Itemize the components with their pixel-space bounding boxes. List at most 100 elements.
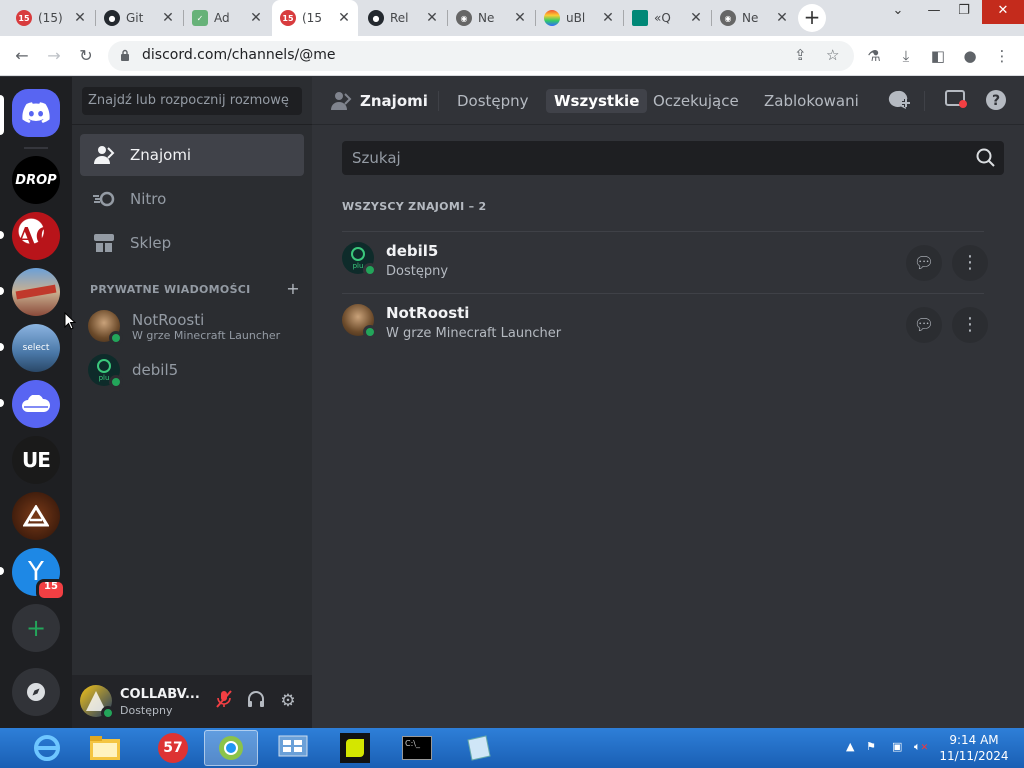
headphones-icon[interactable] xyxy=(244,689,268,713)
help-icon[interactable]: ? xyxy=(984,89,1008,113)
browser-tab[interactable]: 15 (15) ✕ xyxy=(8,4,94,32)
nav-nitro[interactable]: Nitro xyxy=(80,178,304,220)
kebab-menu-icon: ⋮ xyxy=(961,314,979,335)
browser-tab[interactable]: ● Git ✕ xyxy=(96,4,182,32)
lock-icon xyxy=(121,49,129,61)
avatar xyxy=(342,304,377,339)
avatar xyxy=(88,310,123,345)
reload-icon[interactable]: ↻ xyxy=(74,44,98,68)
dm-item[interactable]: plu debil5 xyxy=(80,348,304,392)
close-tab-icon[interactable]: ✕ xyxy=(72,10,88,26)
banner-icon xyxy=(15,284,57,300)
browser-tab-active[interactable]: 15 (15 ✕ xyxy=(272,0,358,36)
svg-text:plu: plu xyxy=(353,262,364,270)
close-tab-icon[interactable]: ✕ xyxy=(424,10,440,26)
tab-all[interactable]: Wszystkie xyxy=(546,89,648,113)
friend-row[interactable]: NotRoosti W grze Minecraft Launcher 💬︎ ⋮ xyxy=(342,293,988,355)
back-icon[interactable]: ← xyxy=(10,44,34,68)
menu-kebab-icon[interactable]: ⋮ xyxy=(990,44,1014,68)
settings-gear-icon[interactable]: ⚙ xyxy=(276,689,300,713)
tab-blocked[interactable]: Zablokowani xyxy=(756,89,867,113)
github-icon: ● xyxy=(368,10,384,26)
more-button[interactable]: ⋮ xyxy=(952,245,988,281)
extension-flask-icon[interactable]: ⚗ xyxy=(862,44,886,68)
side-panel-icon[interactable]: ◧ xyxy=(926,44,950,68)
speaker-muted-icon[interactable]: 🔈︎✕ xyxy=(914,740,928,754)
browser-tab[interactable]: uBl ✕ xyxy=(536,4,622,32)
chrome-taskbar-icon[interactable] xyxy=(204,730,258,766)
add-server-button[interactable]: + xyxy=(12,604,60,652)
create-dm-plus-icon[interactable]: + xyxy=(286,279,300,298)
discord-favicon-icon: 15 xyxy=(280,10,296,26)
tab-search-icon[interactable]: ⌄ xyxy=(880,0,916,24)
new-group-dm-icon[interactable] xyxy=(887,89,911,113)
app-icon xyxy=(632,10,648,26)
explore-button[interactable] xyxy=(12,668,60,716)
profile-icon[interactable]: ● xyxy=(958,44,982,68)
friend-row[interactable]: plu debil5 Dostępny 💬︎ ⋮ xyxy=(342,231,988,293)
server-ac[interactable]: AC xyxy=(12,212,60,260)
close-tab-icon[interactable]: ✕ xyxy=(774,10,790,26)
browser-tab[interactable]: ◉ Ne ✕ xyxy=(712,4,796,32)
nav-friends[interactable]: Znajomi xyxy=(80,134,304,176)
inbox-icon[interactable] xyxy=(944,89,968,113)
server-ue[interactable]: UE xyxy=(12,436,60,484)
message-button[interactable]: 💬︎ xyxy=(906,245,942,281)
browser-tab[interactable]: ● Rel ✕ xyxy=(360,4,446,32)
file-explorer-icon[interactable] xyxy=(78,730,132,766)
dm-item[interactable]: NotRoosti W grze Minecraft Launcher xyxy=(80,304,304,348)
close-tab-icon[interactable]: ✕ xyxy=(248,10,264,26)
home-button[interactable] xyxy=(12,89,60,137)
close-tab-icon[interactable]: ✕ xyxy=(688,10,704,26)
cloud-icon xyxy=(22,395,50,412)
message-button[interactable]: 💬︎ xyxy=(906,307,942,343)
more-button[interactable]: ⋮ xyxy=(952,307,988,343)
control-panel-icon[interactable] xyxy=(266,730,320,766)
chat-bubble-icon: 💬︎ xyxy=(913,253,935,272)
flag-icon[interactable]: ⚑ xyxy=(866,740,876,753)
omnibox[interactable]: discord.com/channels/@me ⇪ ☆ xyxy=(108,41,854,71)
share-icon[interactable]: ⇪ xyxy=(794,46,807,64)
browser-tab[interactable]: ✓ Ad ✕ xyxy=(184,4,270,32)
taskbar: 57 C:\_ ▲ ⚑ ▣ 🔈︎✕ 9:14 AM 11/11/2024 xyxy=(0,728,1024,768)
download-icon[interactable]: ⤓ xyxy=(894,44,918,68)
nav-shop[interactable]: Sklep xyxy=(80,222,304,264)
friends-search-input[interactable]: Szukaj xyxy=(342,141,1004,175)
forward-icon[interactable]: → xyxy=(42,44,66,68)
chat-bubble-icon: 💬︎ xyxy=(913,315,935,334)
avatar[interactable] xyxy=(80,685,115,720)
server-select[interactable]: select xyxy=(12,324,60,372)
paper-app-icon[interactable] xyxy=(452,730,506,766)
unread-pill xyxy=(0,567,4,575)
tray-arrow-icon[interactable]: ▲ xyxy=(846,740,854,753)
restore-icon[interactable]: ❐ xyxy=(946,0,982,24)
mic-muted-icon[interactable] xyxy=(212,689,236,713)
close-tab-icon[interactable]: ✕ xyxy=(600,10,616,26)
cmd-icon[interactable]: C:\_ xyxy=(390,730,444,766)
bookmark-star-icon[interactable]: ☆ xyxy=(826,46,839,64)
browser-tab[interactable]: «Q ✕ xyxy=(624,4,710,32)
close-tab-icon[interactable]: ✕ xyxy=(160,10,176,26)
tab-online[interactable]: Dostępny xyxy=(449,89,537,113)
green-app-icon[interactable] xyxy=(328,730,382,766)
tab-pending[interactable]: Oczekujące xyxy=(645,89,747,113)
server-cloud[interactable] xyxy=(12,380,60,428)
new-tab-button[interactable]: + xyxy=(798,4,826,32)
clock[interactable]: 9:14 AM 11/11/2024 xyxy=(930,732,1018,764)
close-tab-icon[interactable]: ✕ xyxy=(336,10,352,26)
server-drop[interactable]: DROP xyxy=(12,156,60,204)
browser-tab[interactable]: ◉ Ne ✕ xyxy=(448,4,534,32)
server-triangle[interactable] xyxy=(12,492,60,540)
ie-icon[interactable] xyxy=(20,730,74,766)
github-icon: ● xyxy=(104,10,120,26)
close-window-icon[interactable]: ✕ xyxy=(982,0,1024,24)
separator xyxy=(24,147,48,149)
network-icon[interactable]: ▣ xyxy=(892,740,902,753)
user-panel: COLLABV... Dostępny ⚙ xyxy=(72,675,312,728)
app-57-icon[interactable]: 57 xyxy=(146,730,200,766)
dm-search-button[interactable]: Znajdź lub rozpocznij rozmowę xyxy=(82,87,302,115)
server-3[interactable] xyxy=(12,268,60,316)
close-tab-icon[interactable]: ✕ xyxy=(512,10,528,26)
compass-icon xyxy=(27,683,45,701)
search-icon xyxy=(976,148,995,167)
